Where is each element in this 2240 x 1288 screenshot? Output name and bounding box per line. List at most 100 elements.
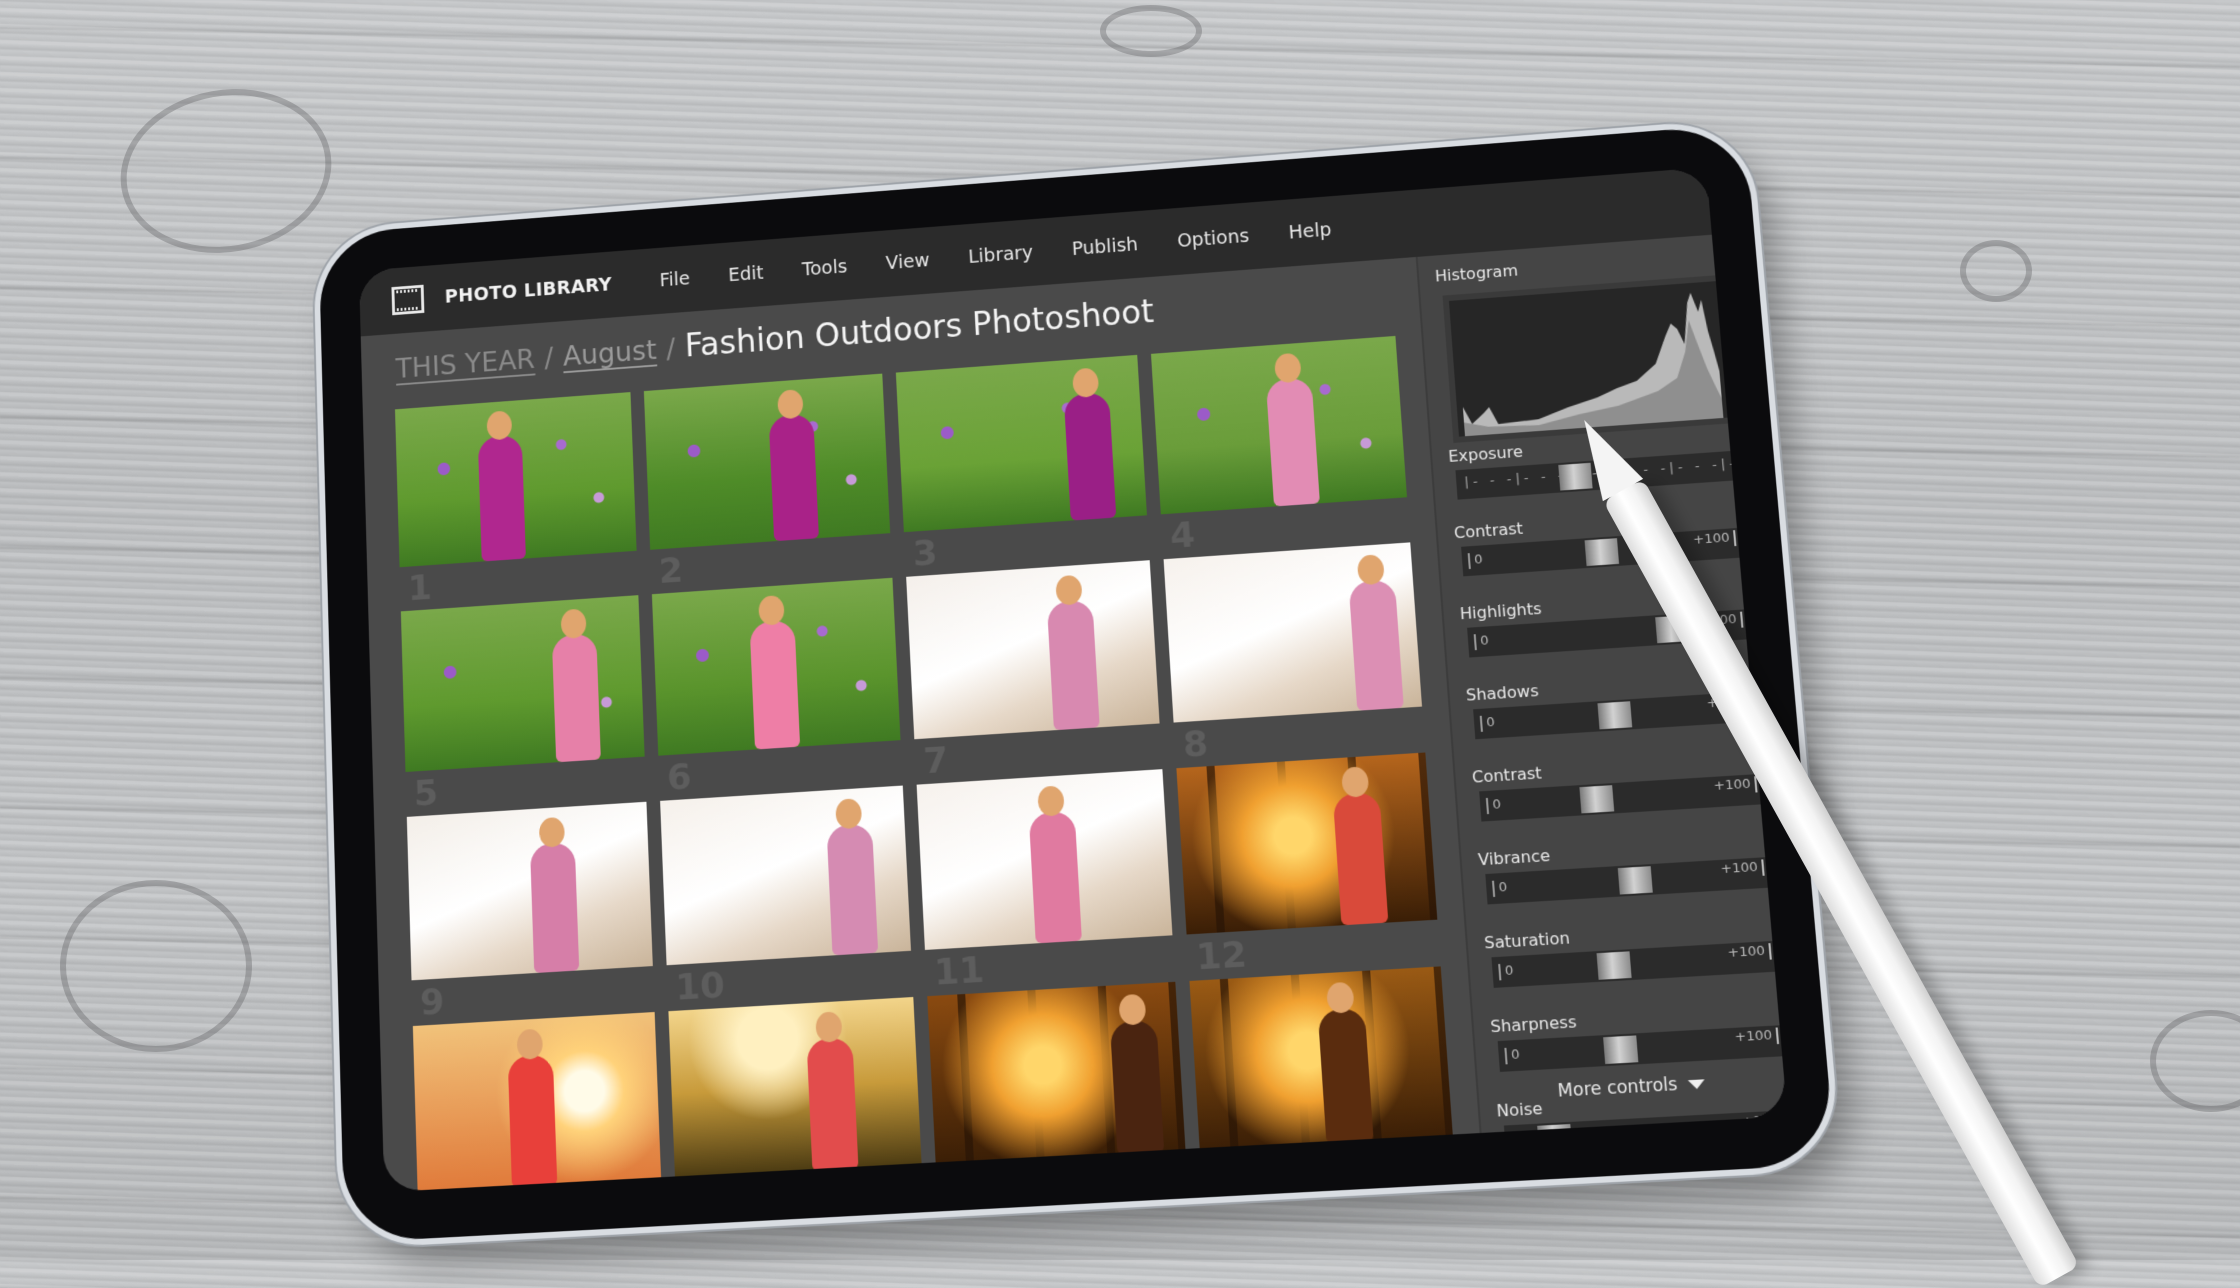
slider-min-label: 0 <box>1479 714 1496 732</box>
slider-label: Shadows <box>1465 681 1540 705</box>
photo-number: 9 <box>419 981 445 1024</box>
exposure-label: Exposure <box>1447 442 1524 466</box>
model-figure <box>806 1011 859 1172</box>
slider-label: Contrast <box>1453 518 1524 543</box>
photo-thumbnail-image <box>643 373 891 550</box>
photo-thumbnail[interactable]: 5 <box>400 595 645 814</box>
menu-publish[interactable]: Publish <box>1071 234 1138 260</box>
slider-handle[interactable] <box>1578 785 1614 814</box>
photo-thumbnail[interactable]: 12 <box>1176 752 1438 978</box>
model-figure <box>1317 981 1374 1144</box>
triangle-down-icon <box>1687 1078 1705 1090</box>
slider-label: Saturation <box>1483 928 1571 953</box>
model-head <box>538 816 566 848</box>
photo-thumbnail-image <box>412 1011 662 1193</box>
slider-min-label: 0 <box>1491 879 1508 897</box>
photo-thumbnail-image <box>927 981 1186 1165</box>
slider-label: Highlights <box>1459 598 1543 624</box>
slider-label: Contrast <box>1471 763 1543 787</box>
slider-max-label: +100 <box>1734 1027 1780 1047</box>
photo-thumbnail-image <box>406 801 653 981</box>
menu-help[interactable]: Help <box>1288 219 1332 243</box>
slider-label: Vibrance <box>1477 845 1551 870</box>
model-figure <box>1064 367 1117 521</box>
model-head <box>1072 367 1100 399</box>
model-head <box>1273 352 1302 384</box>
slider-handle[interactable] <box>1603 1035 1639 1065</box>
model-head <box>1325 981 1355 1014</box>
model-head <box>835 798 863 830</box>
photo-thumbnail[interactable]: 16 <box>1189 966 1453 1192</box>
wood-knot <box>2150 1010 2240 1112</box>
photo-number: 3 <box>911 532 939 575</box>
model-figure <box>507 1028 558 1188</box>
photo-thumbnail[interactable]: 8 <box>1163 542 1423 766</box>
app-screen: PHOTO LIBRARY File Edit Tools View Libra… <box>358 167 1788 1193</box>
slider-label: Sharpness <box>1489 1011 1578 1037</box>
app-title: PHOTO LIBRARY <box>444 274 613 308</box>
model-head <box>1341 766 1370 798</box>
slider-handle[interactable] <box>1597 701 1633 730</box>
photo-thumbnail[interactable]: 11 <box>916 769 1173 994</box>
breadcrumb-august[interactable]: August <box>562 334 657 372</box>
menu-file[interactable]: File <box>659 268 690 291</box>
photo-thumbnail[interactable]: 7 <box>906 560 1160 782</box>
photo-thumbnail[interactable]: 6 <box>651 577 901 798</box>
more-controls-button[interactable]: More controls <box>1478 1069 1785 1106</box>
menu-tools[interactable]: Tools <box>802 256 848 280</box>
model-figure <box>529 816 580 974</box>
photo-thumbnail[interactable]: 9 <box>406 801 653 1024</box>
model-figure <box>551 608 601 763</box>
photo-thumbnail-image <box>394 392 637 568</box>
photo-thumbnail[interactable]: 13 <box>412 1011 662 1193</box>
model-figure <box>769 388 820 542</box>
photo-thumbnail[interactable]: 14 <box>668 996 922 1192</box>
slider-max-label: +100 <box>1727 943 1772 963</box>
photo-thumbnail-image <box>1176 752 1438 935</box>
photo-thumbnail[interactable]: 4 <box>1150 335 1407 557</box>
menu-library[interactable]: Library <box>968 242 1034 268</box>
model-head <box>486 410 513 441</box>
photo-thumbnail[interactable]: 10 <box>660 785 911 1009</box>
slider-handle[interactable] <box>1596 951 1633 980</box>
slider-handle[interactable] <box>1618 866 1654 895</box>
menu-view[interactable]: View <box>885 250 930 274</box>
photo-thumbnail[interactable]: 3 <box>895 354 1147 574</box>
photo-number: 7 <box>922 740 950 783</box>
photo-number: 10 <box>674 964 726 1009</box>
model-figure <box>1348 554 1404 711</box>
film-strip-icon <box>391 284 425 316</box>
slider-min-label: 0 <box>1504 1047 1521 1065</box>
model-head <box>560 608 587 640</box>
photo-thumbnail-image <box>1163 542 1423 723</box>
photo-number: 6 <box>666 756 693 799</box>
photo-thumbnail[interactable]: 1 <box>394 392 637 609</box>
photo-number: 4 <box>1168 515 1197 557</box>
histogram-graph <box>1455 291 1724 437</box>
photo-thumbnail[interactable]: 15 <box>927 981 1186 1192</box>
menu-edit[interactable]: Edit <box>728 263 764 286</box>
wood-knot <box>1960 240 2032 302</box>
wood-knot <box>60 880 252 1052</box>
menu-options[interactable]: Options <box>1177 225 1250 251</box>
model-head <box>1037 785 1065 817</box>
slider-handle[interactable] <box>1584 538 1620 567</box>
breadcrumb-this-year[interactable]: THIS YEAR <box>395 343 535 384</box>
model-figure <box>1028 785 1083 944</box>
model-figure <box>749 594 800 750</box>
photo-thumbnail[interactable]: 2 <box>643 373 891 592</box>
more-controls-label: More controls <box>1556 1074 1679 1102</box>
photo-number: 2 <box>657 550 684 592</box>
model-figure <box>1265 352 1320 507</box>
photo-thumbnail-image <box>400 595 645 773</box>
model-figure <box>1332 766 1389 926</box>
photo-grid: 12345678910111213141516 <box>394 335 1453 1193</box>
photo-thumbnail-image <box>660 785 911 966</box>
photo-number: 12 <box>1194 934 1249 979</box>
slider-max-label: +100 <box>1692 530 1737 549</box>
model-head <box>815 1011 843 1043</box>
model-figure <box>826 798 879 956</box>
photo-thumbnail-image <box>1189 966 1453 1151</box>
model-head <box>1055 574 1083 606</box>
photo-number: 11 <box>933 949 986 994</box>
